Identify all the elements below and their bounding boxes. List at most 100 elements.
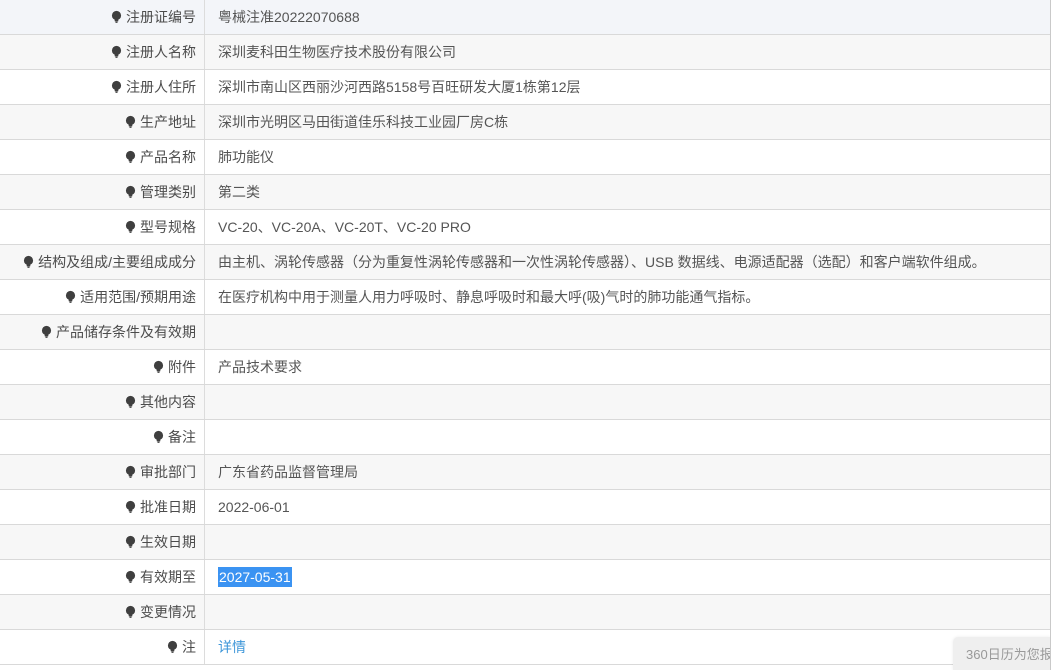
row-value: 粤械注准20222070688 <box>205 0 1050 34</box>
registration-table: 注册证编号 粤械注准20222070688 注册人名称 深圳麦科田生物医疗技术股… <box>0 0 1050 665</box>
table-row: 审批部门 广东省药品监督管理局 <box>0 455 1050 490</box>
row-label-text: 批准日期 <box>140 499 196 515</box>
row-value: 产品技术要求 <box>205 350 1050 384</box>
table-row: 附件 产品技术要求 <box>0 350 1050 385</box>
table-row: 结构及组成/主要组成成分 由主机、涡轮传感器（分为重复性涡轮传感器和一次性涡轮传… <box>0 245 1050 280</box>
table-row: 型号规格 VC-20、VC-20A、VC-20T、VC-20 PRO <box>0 210 1050 245</box>
calendar-promo-text: 360日历为您报 <box>966 647 1050 662</box>
row-label-text: 注 <box>182 639 196 655</box>
row-value-text: 由主机、涡轮传感器（分为重复性涡轮传感器和一次性涡轮传感器）、USB 数据线、电… <box>218 254 986 270</box>
table-row: 生产地址 深圳市光明区马田街道佳乐科技工业园厂房C栋 <box>0 105 1050 140</box>
table-row: 变更情况 <box>0 595 1050 630</box>
row-label-text: 变更情况 <box>140 604 196 620</box>
row-label-text: 审批部门 <box>140 464 196 480</box>
lightbulb-icon <box>110 80 123 94</box>
row-value: 详情 <box>205 630 1050 664</box>
lightbulb-icon <box>124 500 137 514</box>
row-value-text: 产品技术要求 <box>218 359 302 375</box>
table-row: 适用范围/预期用途 在医疗机构中用于测量人用力呼吸时、静息呼吸时和最大呼(吸)气… <box>0 280 1050 315</box>
row-label: 注册人名称 <box>0 35 205 69</box>
lightbulb-icon <box>124 535 137 549</box>
row-value-text: 深圳麦科田生物医疗技术股份有限公司 <box>218 44 456 60</box>
table-row: 备注 <box>0 420 1050 455</box>
table-row: 产品储存条件及有效期 <box>0 315 1050 350</box>
row-label-text: 备注 <box>168 429 196 445</box>
row-label: 变更情况 <box>0 595 205 629</box>
row-label: 型号规格 <box>0 210 205 244</box>
table-row: 注册人名称 深圳麦科田生物医疗技术股份有限公司 <box>0 35 1050 70</box>
lightbulb-icon <box>124 395 137 409</box>
row-label-text: 生产地址 <box>140 114 196 130</box>
row-label-text: 有效期至 <box>140 569 196 585</box>
row-value: 深圳市光明区马田街道佳乐科技工业园厂房C栋 <box>205 105 1050 139</box>
row-label: 产品名称 <box>0 140 205 174</box>
lightbulb-icon <box>40 325 53 339</box>
row-value-text: 深圳市南山区西丽沙河西路5158号百旺研发大厦1栋第12层 <box>218 79 581 95</box>
row-label-text: 产品储存条件及有效期 <box>56 324 196 340</box>
table-row: 注册证编号 粤械注准20222070688 <box>0 0 1050 35</box>
calendar-promo-tooltip[interactable]: 360日历为您报 <box>953 637 1050 670</box>
row-label-text: 注册人名称 <box>126 44 196 60</box>
lightbulb-icon <box>152 360 165 374</box>
row-label-text: 注册人住所 <box>126 79 196 95</box>
row-label: 注 <box>0 630 205 664</box>
table-row: 管理类别 第二类 <box>0 175 1050 210</box>
row-value <box>205 315 1050 349</box>
row-label-text: 生效日期 <box>140 534 196 550</box>
table-row: 批准日期 2022-06-01 <box>0 490 1050 525</box>
row-value: 深圳麦科田生物医疗技术股份有限公司 <box>205 35 1050 69</box>
row-label-text: 产品名称 <box>140 149 196 165</box>
lightbulb-icon <box>110 10 123 24</box>
row-value <box>205 525 1050 559</box>
row-value-text: 2022-06-01 <box>218 499 290 515</box>
row-label-text: 型号规格 <box>140 219 196 235</box>
row-label: 生产地址 <box>0 105 205 139</box>
table-row: 注册人住所 深圳市南山区西丽沙河西路5158号百旺研发大厦1栋第12层 <box>0 70 1050 105</box>
lightbulb-icon <box>124 115 137 129</box>
lightbulb-icon <box>124 220 137 234</box>
row-value <box>205 595 1050 629</box>
table-row: 注 详情 <box>0 630 1050 665</box>
lightbulb-icon <box>152 430 165 444</box>
row-value: 肺功能仪 <box>205 140 1050 174</box>
table-row: 有效期至 2027-05-31 <box>0 560 1050 595</box>
lightbulb-icon <box>124 185 137 199</box>
table-row: 其他内容 <box>0 385 1050 420</box>
lightbulb-icon <box>124 150 137 164</box>
row-value-text: 深圳市光明区马田街道佳乐科技工业园厂房C栋 <box>218 114 509 130</box>
row-value: 2027-05-31 <box>205 560 1050 594</box>
table-row: 生效日期 <box>0 525 1050 560</box>
row-value: VC-20、VC-20A、VC-20T、VC-20 PRO <box>205 210 1050 244</box>
selected-value-text: 2027-05-31 <box>218 567 292 587</box>
registration-detail-page: 注册证编号 粤械注准20222070688 注册人名称 深圳麦科田生物医疗技术股… <box>0 0 1051 670</box>
lightbulb-icon <box>124 570 137 584</box>
row-label: 产品储存条件及有效期 <box>0 315 205 349</box>
row-label: 附件 <box>0 350 205 384</box>
row-label: 批准日期 <box>0 490 205 524</box>
row-label: 注册人住所 <box>0 70 205 104</box>
lightbulb-icon <box>124 605 137 619</box>
row-value: 广东省药品监督管理局 <box>205 455 1050 489</box>
row-label-text: 附件 <box>168 359 196 375</box>
row-label: 审批部门 <box>0 455 205 489</box>
row-label: 生效日期 <box>0 525 205 559</box>
row-label: 有效期至 <box>0 560 205 594</box>
detail-link[interactable]: 详情 <box>218 637 246 657</box>
row-value: 由主机、涡轮传感器（分为重复性涡轮传感器和一次性涡轮传感器）、USB 数据线、电… <box>205 245 1050 279</box>
row-value-text: VC-20、VC-20A、VC-20T、VC-20 PRO <box>218 219 471 235</box>
row-value <box>205 420 1050 454</box>
row-label-text: 注册证编号 <box>126 9 196 25</box>
row-label: 备注 <box>0 420 205 454</box>
lightbulb-icon <box>64 290 77 304</box>
lightbulb-icon <box>22 255 35 269</box>
row-label: 其他内容 <box>0 385 205 419</box>
row-value-text: 在医疗机构中用于测量人用力呼吸时、静息呼吸时和最大呼(吸)气时的肺功能通气指标。 <box>218 289 760 305</box>
row-value <box>205 385 1050 419</box>
row-value-text: 肺功能仪 <box>218 149 274 165</box>
row-value-text: 粤械注准20222070688 <box>218 9 360 25</box>
table-row: 产品名称 肺功能仪 <box>0 140 1050 175</box>
row-label: 注册证编号 <box>0 0 205 34</box>
row-label: 结构及组成/主要组成成分 <box>0 245 205 279</box>
lightbulb-icon <box>124 465 137 479</box>
row-value-text: 广东省药品监督管理局 <box>218 464 358 480</box>
